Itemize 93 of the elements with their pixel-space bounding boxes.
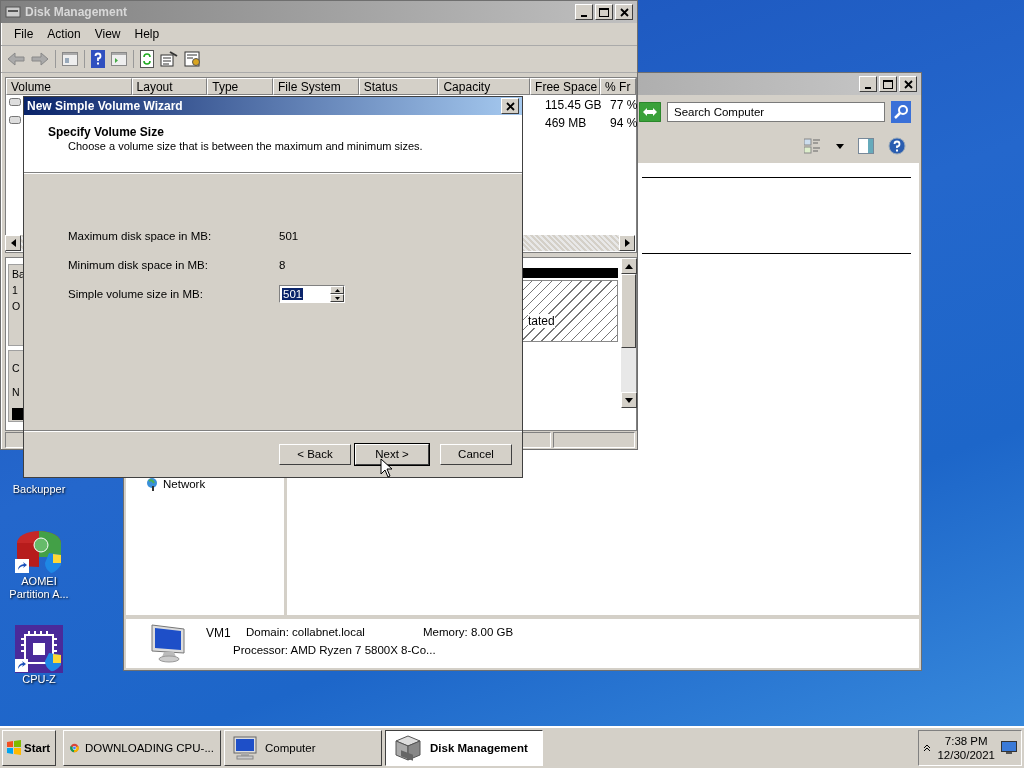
chip-app-icon: [15, 625, 63, 673]
column-header[interactable]: Free Space: [530, 78, 601, 95]
dialog-button[interactable]: Cancel: [440, 443, 512, 465]
field-label: Minimum disk space in MB:: [68, 259, 209, 271]
minimize-icon: [581, 14, 587, 17]
column-header[interactable]: Capacity: [438, 78, 531, 95]
field-label: Simple volume size in MB:: [68, 288, 204, 300]
menu-item[interactable]: Action: [40, 27, 88, 41]
action-pane-icon[interactable]: [111, 52, 127, 66]
window-title: Disk Management: [25, 5, 129, 19]
left-arrow-icon[interactable]: [10, 239, 16, 247]
refresh-icon[interactable]: [140, 50, 154, 68]
vertical-scrollbar[interactable]: [621, 258, 636, 408]
help-icon[interactable]: [91, 50, 105, 68]
help-icon[interactable]: [888, 137, 906, 155]
shortcut-label[interactable]: Partition A...: [9, 588, 69, 601]
disk-label-text: C: [11, 361, 21, 375]
dialog-button[interactable]: < Back: [279, 443, 351, 465]
dialog-button[interactable]: Next >: [355, 443, 429, 465]
table-cell: 115.45 GB: [545, 98, 602, 112]
disk-label-text: N: [11, 385, 21, 399]
table-cell: 469 MB: [545, 116, 587, 130]
field-label: Maximum disk space in MB:: [68, 230, 213, 242]
search-icon[interactable]: [891, 101, 911, 123]
dialog-title: New Simple Volume Wizard: [27, 99, 184, 113]
spin-up-icon[interactable]: [334, 288, 340, 292]
settings-icon[interactable]: [184, 51, 202, 67]
properties-icon[interactable]: [160, 51, 178, 67]
chevron-up-icon[interactable]: [923, 744, 932, 752]
taskbar-button[interactable]: DOWNLOADING CPU-...: [63, 730, 221, 766]
close-button[interactable]: [501, 98, 519, 114]
volume-size-spinner[interactable]: 501: [279, 285, 345, 303]
minimize-icon: [865, 86, 871, 89]
processor-text: Processor: AMD Ryzen 7 5800X 8-Co...: [233, 644, 436, 656]
clock[interactable]: 7:38 PM 12/30/2021: [937, 734, 995, 762]
column-header[interactable]: Volume: [6, 78, 132, 95]
disk-label-text: O: [11, 299, 22, 313]
shortcut-label[interactable]: AOMEI: [9, 575, 69, 588]
up-arrow-icon[interactable]: [625, 263, 633, 269]
field-value: 8: [279, 259, 286, 271]
preview-pane-icon[interactable]: [858, 138, 874, 154]
domain-text: Domain: collabnet.local: [246, 626, 365, 638]
shortcut-label[interactable]: Backupper: [12, 483, 66, 496]
mouse-cursor-icon: [380, 458, 392, 478]
volume-icon: [9, 116, 21, 124]
close-icon: [505, 101, 515, 111]
maximize-button[interactable]: [595, 4, 613, 20]
close-icon: [903, 79, 913, 89]
partition-label: tated: [528, 314, 555, 328]
volume-icon: [9, 98, 21, 106]
close-button[interactable]: [615, 4, 633, 20]
minimize-button[interactable]: [859, 76, 877, 92]
disk-color-key: [12, 408, 24, 420]
close-button[interactable]: [899, 76, 917, 92]
refresh-icon[interactable]: [639, 102, 661, 122]
monitor-icon[interactable]: [1001, 741, 1017, 755]
maximize-icon: [883, 79, 893, 89]
maximize-icon: [599, 7, 609, 17]
search-field[interactable]: Search Computer: [667, 102, 885, 122]
field-value: 501: [279, 230, 299, 242]
table-cell: 77 %: [610, 98, 638, 112]
disk-label-text: 1: [11, 283, 19, 297]
disk-drive-icon: [5, 5, 21, 19]
close-icon: [619, 7, 629, 17]
column-header[interactable]: Status: [358, 78, 439, 95]
disk-drive-icon: [392, 733, 424, 763]
start-button[interactable]: Start: [2, 730, 56, 766]
step-description: Choose a volume size that is between the maximum and minimum sizes.: [67, 140, 424, 152]
shortcut-label[interactable]: CPU-Z: [22, 673, 56, 686]
right-arrow-icon[interactable]: [624, 239, 630, 247]
spin-down-icon[interactable]: [334, 296, 340, 300]
menu-item[interactable]: View: [87, 27, 128, 41]
column-header[interactable]: Type: [207, 78, 274, 95]
menu-item[interactable]: Help: [127, 27, 167, 41]
windows-logo-icon: [6, 740, 22, 756]
computer-icon: [231, 735, 259, 761]
memory-text: Memory: 8.00 GB: [423, 626, 514, 638]
dropdown-arrow-icon[interactable]: [836, 143, 844, 149]
network-globe-icon: [146, 477, 160, 491]
column-header[interactable]: File System: [273, 78, 359, 95]
step-heading: Specify Volume Size: [48, 125, 165, 139]
column-header[interactable]: % Fr: [600, 78, 636, 95]
menu-item[interactable]: File: [7, 27, 41, 41]
computer-name: VM1: [206, 626, 231, 640]
minimize-button[interactable]: [575, 4, 593, 20]
maximize-button[interactable]: [879, 76, 897, 92]
nav-item[interactable]: Network: [146, 477, 206, 491]
taskbar-button[interactable]: Disk Management: [385, 730, 543, 766]
column-header[interactable]: Layout: [131, 78, 208, 95]
down-arrow-icon[interactable]: [625, 397, 633, 403]
table-cell: 94 %: [610, 116, 638, 130]
taskbar-button[interactable]: Computer: [224, 730, 382, 766]
console-tree-icon[interactable]: [62, 52, 78, 66]
